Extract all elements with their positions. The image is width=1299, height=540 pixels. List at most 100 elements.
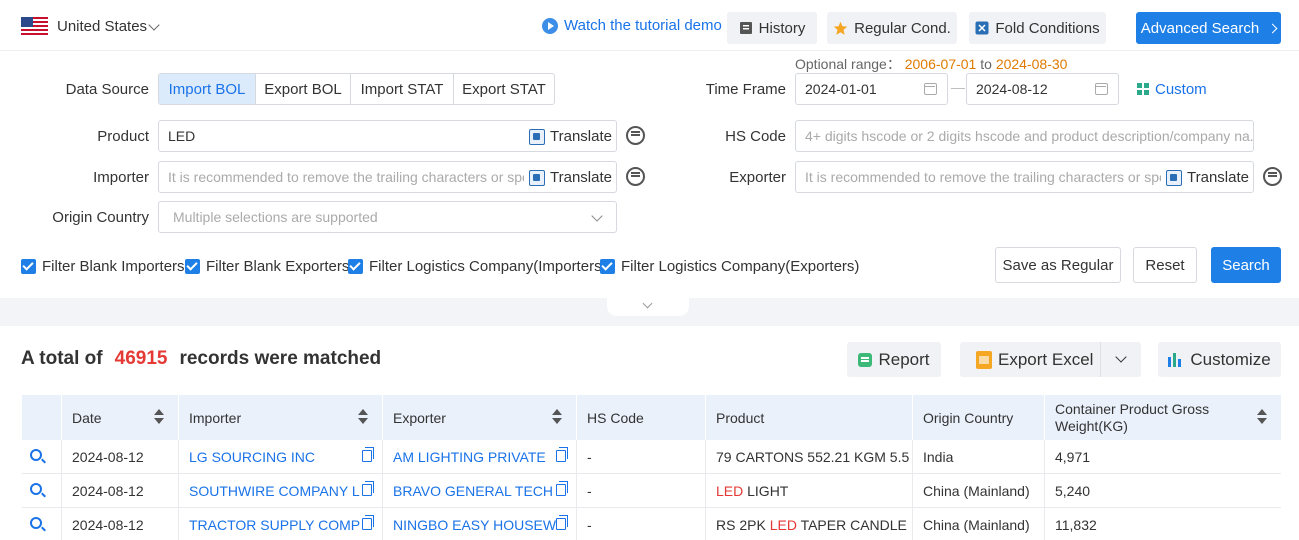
export-excel-button[interactable]: Export Excel: [960, 342, 1141, 377]
customize-label: Customize: [1190, 349, 1271, 369]
row-action-cell[interactable]: [22, 474, 62, 507]
cell-importer[interactable]: TRACTOR SUPPLY COMP: [179, 508, 383, 540]
calendar-icon[interactable]: [924, 83, 937, 95]
importer-input[interactable]: It is recommended to remove the trailing…: [158, 161, 617, 193]
custom-label: Custom: [1155, 81, 1207, 98]
translate-button[interactable]: Translate: [525, 128, 612, 145]
copy-icon[interactable]: [362, 447, 374, 462]
table-header: Date Importer Exporter HS Code Product O…: [22, 395, 1281, 440]
cell-exporter[interactable]: AM LIGHTING PRIVATE: [383, 440, 577, 473]
translate-button[interactable]: Translate: [1162, 169, 1249, 186]
filter-blank-exporters-checkbox[interactable]: Filter Blank Exporters: [185, 258, 349, 275]
chevron-down-icon: [591, 210, 603, 222]
header-gross-weight[interactable]: Container Product Gross Weight(KG): [1045, 395, 1281, 440]
copy-icon[interactable]: [362, 481, 374, 496]
product-text: LIGHT: [743, 482, 789, 499]
row-action-cell[interactable]: [22, 508, 62, 540]
copy-icon[interactable]: [556, 515, 568, 530]
table-row: 2024-08-12 SOUTHWIRE COMPANY L BRAVO GEN…: [22, 474, 1281, 508]
history-button[interactable]: History: [727, 12, 817, 44]
tab-import-stat[interactable]: Import STAT: [351, 74, 454, 104]
fold-conditions-label: Fold Conditions: [995, 19, 1100, 37]
reset-button[interactable]: Reset: [1133, 247, 1197, 283]
search-icon[interactable]: [30, 517, 42, 529]
tutorial-link[interactable]: Watch the tutorial demo: [542, 17, 722, 34]
tab-export-bol[interactable]: Export BOL: [256, 74, 351, 104]
importer-link[interactable]: TRACTOR SUPPLY COMP: [189, 517, 360, 533]
header-exporter[interactable]: Exporter: [383, 395, 577, 440]
checkbox-checked-icon: [21, 259, 36, 274]
customize-button[interactable]: Customize: [1158, 342, 1281, 377]
cell-product: LED LIGHT: [706, 474, 913, 507]
history-list-icon[interactable]: [1263, 167, 1282, 186]
importer-link[interactable]: SOUTHWIRE COMPANY L: [189, 483, 360, 499]
product-label: Product: [97, 128, 149, 145]
cell-importer[interactable]: LG SOURCING INC: [179, 440, 383, 473]
filter-blank-importers-checkbox[interactable]: Filter Blank Importers: [21, 258, 185, 275]
fold-conditions-button[interactable]: Fold Conditions: [969, 12, 1106, 44]
cell-weight: 11,832: [1055, 516, 1097, 533]
cell-date: 2024-08-12: [62, 474, 179, 507]
history-icon: [739, 22, 752, 34]
copy-icon[interactable]: [556, 481, 568, 496]
sort-icon[interactable]: [358, 409, 368, 425]
cell-exporter[interactable]: BRAVO GENERAL TECH: [383, 474, 577, 507]
save-as-regular-button[interactable]: Save as Regular: [995, 247, 1121, 283]
tab-import-bol[interactable]: Import BOL: [159, 74, 256, 104]
filter-logistics-importers-checkbox[interactable]: Filter Logistics Company(Importers): [348, 258, 607, 275]
country-selector[interactable]: United States: [57, 18, 147, 35]
translate-button[interactable]: Translate: [525, 169, 612, 186]
cell-weight: 4,971: [1055, 448, 1091, 465]
cell-product: RS 2PK LED TAPER CANDLE: [706, 508, 913, 540]
exporter-label: Exporter: [729, 169, 786, 186]
history-list-icon[interactable]: [626, 167, 645, 186]
search-icon[interactable]: [30, 483, 42, 495]
cell-origin: China (Mainland): [913, 474, 1045, 507]
search-button[interactable]: Search: [1211, 247, 1281, 283]
header-label: Exporter: [393, 409, 446, 426]
calendar-icon[interactable]: [1095, 83, 1108, 95]
cell-exporter[interactable]: NINGBO EASY HOUSEW: [383, 508, 577, 540]
optional-range-end: 2024-08-30: [995, 56, 1068, 72]
row-action-cell[interactable]: [22, 440, 62, 473]
history-list-icon[interactable]: [626, 126, 645, 145]
start-date-input[interactable]: 2024-01-01: [795, 73, 948, 105]
custom-range-link[interactable]: Custom: [1137, 81, 1207, 98]
sort-icon[interactable]: [154, 409, 164, 425]
sort-icon[interactable]: [552, 409, 562, 425]
cell-importer[interactable]: SOUTHWIRE COMPANY L: [179, 474, 383, 507]
filter-logistics-exporters-checkbox[interactable]: Filter Logistics Company(Exporters): [600, 258, 859, 275]
exporter-link[interactable]: BRAVO GENERAL TECH: [393, 483, 553, 499]
search-icon[interactable]: [30, 449, 42, 461]
copy-icon[interactable]: [556, 447, 568, 462]
importer-placeholder: It is recommended to remove the trailing…: [168, 169, 524, 185]
header-importer[interactable]: Importer: [179, 395, 383, 440]
exporter-link[interactable]: NINGBO EASY HOUSEW: [393, 517, 556, 533]
advanced-search-button[interactable]: Advanced Search: [1136, 12, 1281, 44]
header-label: Container Product Gross Weight(KG): [1055, 400, 1210, 434]
exporter-link[interactable]: AM LIGHTING PRIVATE: [393, 449, 546, 465]
star-icon: [833, 21, 848, 35]
cell-weight: 5,240: [1055, 482, 1091, 499]
sort-icon[interactable]: [1257, 409, 1267, 425]
product-input[interactable]: LED Translate: [158, 120, 617, 152]
importer-link[interactable]: LG SOURCING INC: [189, 449, 315, 465]
copy-icon[interactable]: [362, 515, 374, 530]
report-button[interactable]: Report: [847, 342, 941, 377]
hs-code-input[interactable]: 4+ digits hscode or 2 digits hscode and …: [795, 120, 1254, 152]
product-value: LED: [168, 128, 196, 144]
hs-code-label: HS Code: [725, 128, 786, 145]
end-date-input[interactable]: 2024-08-12: [966, 73, 1119, 105]
cell-date: 2024-08-12: [62, 440, 179, 473]
start-date-value: 2024-01-01: [805, 81, 877, 97]
us-flag-icon[interactable]: [21, 17, 48, 37]
tab-export-stat[interactable]: Export STAT: [454, 74, 554, 104]
table-row: 2024-08-12 LG SOURCING INC AM LIGHTING P…: [22, 440, 1281, 474]
origin-country-select[interactable]: Multiple selections are supported: [158, 201, 617, 233]
origin-country-label: Origin Country: [52, 209, 149, 226]
results-summary: A total of 46915 records were matched: [21, 348, 381, 370]
checkbox-checked-icon: [185, 259, 200, 274]
header-date[interactable]: Date: [62, 395, 179, 440]
regular-cond-button[interactable]: Regular Cond.: [827, 12, 957, 44]
exporter-input[interactable]: It is recommended to remove the trailing…: [795, 161, 1254, 193]
